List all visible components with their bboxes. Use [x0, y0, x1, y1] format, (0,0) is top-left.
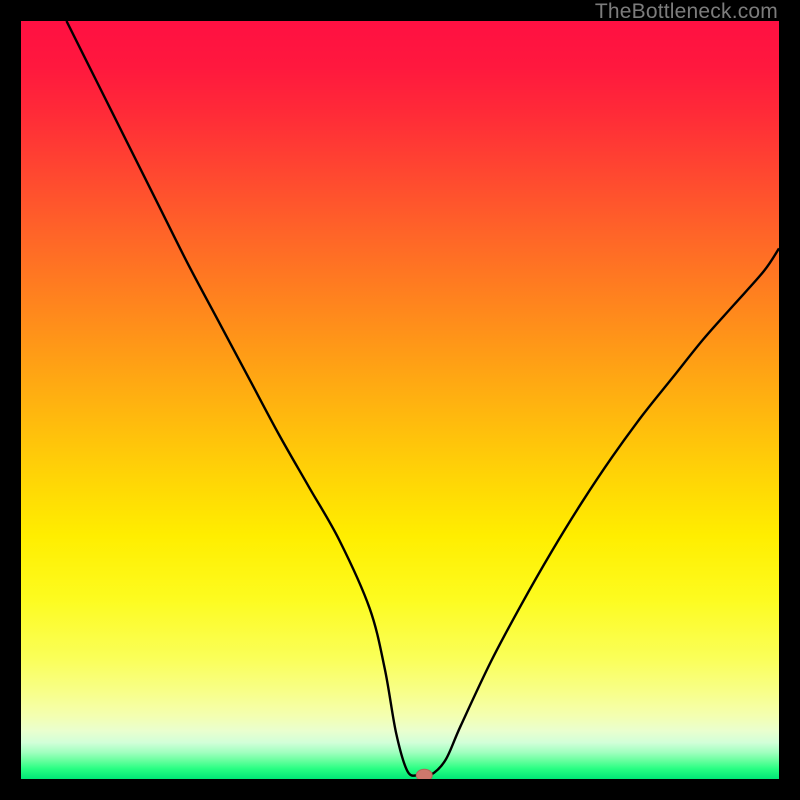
- curve-layer: [21, 21, 779, 779]
- optimum-marker: [416, 769, 432, 779]
- plot-area: [21, 21, 779, 779]
- bottleneck-curve: [66, 21, 779, 776]
- chart-stage: TheBottleneck.com: [0, 0, 800, 800]
- watermark-text: TheBottleneck.com: [595, 0, 778, 24]
